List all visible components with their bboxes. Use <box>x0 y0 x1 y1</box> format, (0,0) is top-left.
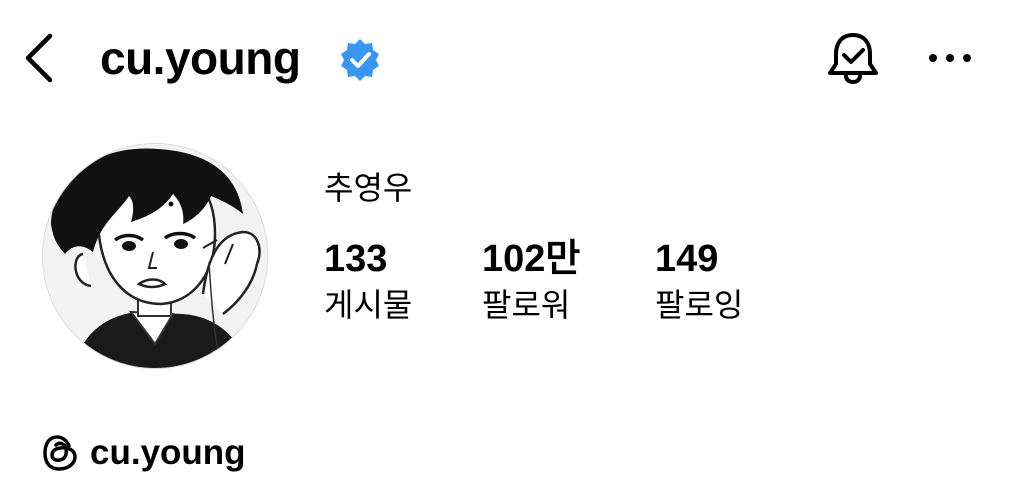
back-chevron-icon <box>25 33 53 83</box>
threads-profile-link[interactable]: cu.young <box>42 428 246 478</box>
verified-badge-icon <box>341 39 379 81</box>
back-button[interactable] <box>18 28 62 88</box>
stat-posts-label: 게시물 <box>324 287 413 323</box>
stat-following-label: 팔로잉 <box>655 287 744 323</box>
stat-followers-count: 102만 <box>482 238 581 280</box>
stat-following[interactable]: 149 팔로잉 <box>655 236 743 326</box>
stat-following-count: 149 <box>655 238 719 280</box>
profile-avatar[interactable] <box>42 143 268 369</box>
threads-handle: cu.young <box>90 433 246 472</box>
avatar-illustration <box>43 144 267 368</box>
stat-followers-label: 팔로워 <box>482 287 571 323</box>
more-options-button[interactable] <box>918 36 982 80</box>
display-name: 추영우 <box>324 170 413 206</box>
profile-username: cu.young <box>100 32 301 84</box>
stat-posts-count: 133 <box>324 238 388 280</box>
stat-followers[interactable]: 102만 팔로워 <box>482 236 580 326</box>
notifications-button[interactable] <box>822 28 884 90</box>
notification-bell-icon <box>828 33 878 84</box>
more-dots-icon <box>929 54 971 62</box>
threads-logo-icon <box>43 435 77 471</box>
stat-posts[interactable]: 133 게시물 <box>324 236 412 326</box>
